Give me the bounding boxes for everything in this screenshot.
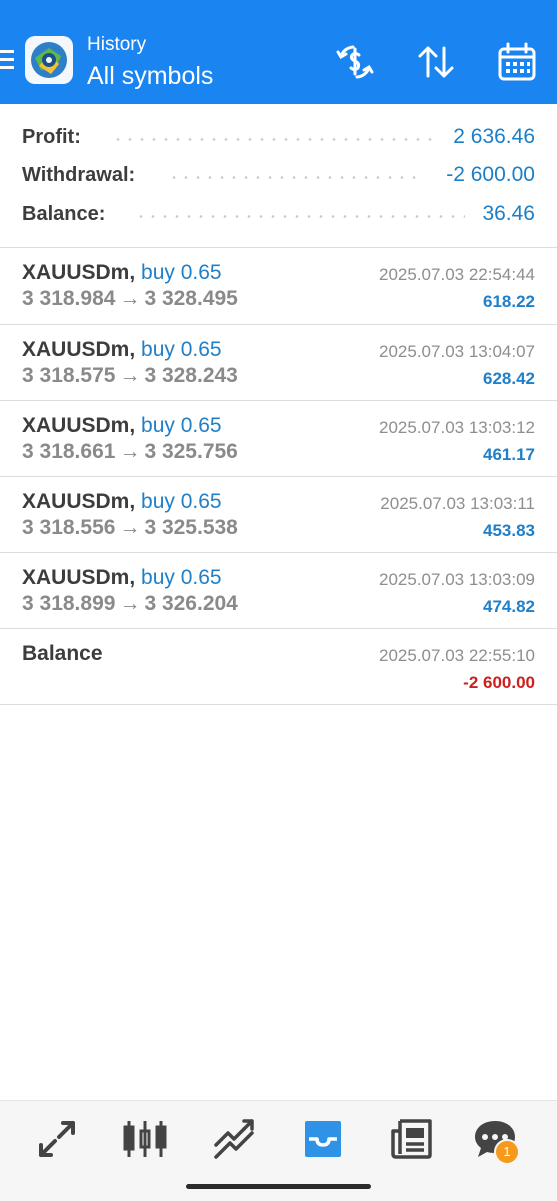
deal-type: buy 0.65 xyxy=(141,414,222,437)
deal-type: buy 0.65 xyxy=(141,566,222,589)
calendar-icon[interactable] xyxy=(495,40,539,84)
deal-type: buy 0.65 xyxy=(141,490,222,513)
deal-row[interactable]: XAUUSDm, buy 0.65 3 318.899 → 3 326.204 20… xyxy=(0,553,557,629)
deal-symbol: XAUUSDm, buy 0.65 xyxy=(22,261,222,284)
profit-value: 2 636.46 xyxy=(453,125,535,148)
deal-prices: 3 318.556 → 3 325.538 xyxy=(22,516,238,539)
deal-time: 2025.07.03 13:04:07 xyxy=(379,342,535,361)
deal-prices: 3 318.661 → 3 325.756 xyxy=(22,440,238,463)
deal-symbol: XAUUSDm, buy 0.65 xyxy=(22,338,222,361)
app-logo xyxy=(25,36,73,84)
balance-operation-time: 2025.07.03 22:55:10 xyxy=(379,646,535,665)
deal-symbol: XAUUSDm, buy 0.65 xyxy=(22,566,222,589)
balance-operation-label: Balance xyxy=(22,642,103,665)
deal-prices: 3 318.575 → 3 328.243 xyxy=(22,364,238,387)
balance-label: Balance: xyxy=(22,203,106,225)
dotted-leader xyxy=(168,176,423,179)
summary-balance: Balance: 36.46 xyxy=(0,197,557,233)
balance-operation-amount: -2 600.00 xyxy=(463,673,535,692)
deal-row[interactable]: XAUUSDm, buy 0.65 3 318.661 → 3 325.756 20… xyxy=(0,401,557,477)
app-header: History All symbols xyxy=(0,0,557,104)
deal-type: buy 0.65 xyxy=(141,261,222,284)
chat-badge: 1 xyxy=(494,1139,520,1165)
deal-row[interactable]: XAUUSDm, buy 0.65 3 318.984 → 3 328.495 20… xyxy=(0,248,557,324)
profit-label: Profit: xyxy=(22,126,81,148)
dotted-leader xyxy=(112,138,432,141)
news-icon[interactable] xyxy=(388,1115,436,1163)
menu-icon[interactable] xyxy=(0,46,16,74)
deal-prices: 3 318.899 → 3 326.204 xyxy=(22,592,238,615)
deal-profit: 474.82 xyxy=(483,597,535,616)
divider xyxy=(0,704,557,705)
history-icon[interactable] xyxy=(299,1115,347,1163)
summary-profit: Profit: 2 636.46 xyxy=(0,120,557,156)
deal-row[interactable]: XAUUSDm, buy 0.65 3 318.575 → 3 328.243 20… xyxy=(0,325,557,401)
deal-profit: 628.42 xyxy=(483,369,535,388)
deal-row[interactable]: XAUUSDm, buy 0.65 3 318.556 → 3 325.538 20… xyxy=(0,477,557,553)
deal-time: 2025.07.03 13:03:11 xyxy=(380,494,535,513)
home-indicator[interactable] xyxy=(186,1184,371,1189)
deal-symbol: XAUUSDm, buy 0.65 xyxy=(22,490,222,513)
deal-prices: 3 318.984 → 3 328.495 xyxy=(22,287,238,310)
balance-value: 36.46 xyxy=(482,202,535,225)
withdrawal-label: Withdrawal: xyxy=(22,164,136,186)
page-title: History xyxy=(87,34,147,55)
deal-type: buy 0.65 xyxy=(141,338,222,361)
deal-time: 2025.07.03 22:54:44 xyxy=(379,265,535,284)
deal-time: 2025.07.03 13:03:12 xyxy=(379,418,535,437)
dollar-exchange-icon[interactable] xyxy=(333,40,377,84)
summary-withdrawal: Withdrawal: -2 600.00 xyxy=(0,158,557,194)
deal-profit: 453.83 xyxy=(483,521,535,540)
withdrawal-value: -2 600.00 xyxy=(446,163,535,186)
symbol-filter[interactable]: All symbols xyxy=(87,62,213,90)
trade-icon[interactable] xyxy=(210,1115,258,1163)
balance-operation-row[interactable]: Balance 2025.07.03 22:55:10 -2 600.00 xyxy=(0,629,557,705)
dotted-leader xyxy=(135,215,465,218)
sort-icon[interactable] xyxy=(414,40,458,84)
deal-symbol: XAUUSDm, buy 0.65 xyxy=(22,414,222,437)
quotes-icon[interactable] xyxy=(33,1115,81,1163)
chart-icon[interactable] xyxy=(121,1115,169,1163)
deal-profit: 461.17 xyxy=(483,445,535,464)
deal-time: 2025.07.03 13:03:09 xyxy=(379,570,535,589)
chat-icon[interactable]: 1 xyxy=(471,1115,520,1165)
deal-profit: 618.22 xyxy=(483,292,535,311)
